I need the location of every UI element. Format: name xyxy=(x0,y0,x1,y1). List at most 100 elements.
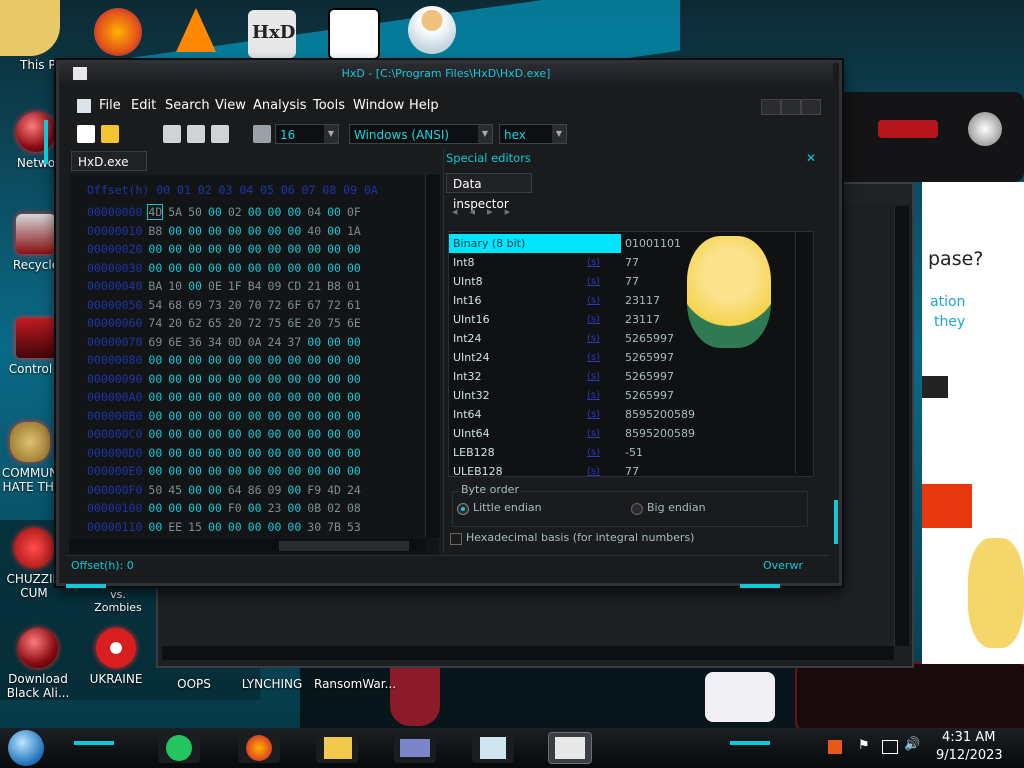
hex-row[interactable]: 000000E0 00 00 00 00 00 00 00 00 00 00 00 xyxy=(87,462,361,481)
hex-byte[interactable]: 09 xyxy=(268,483,282,497)
hex-row[interactable]: 00000080 00 00 00 00 00 00 00 00 00 00 00 xyxy=(87,351,361,370)
hex-byte[interactable]: 75 xyxy=(268,316,282,330)
taskbar-hxd[interactable] xyxy=(548,732,592,764)
hex-byte[interactable]: 24 xyxy=(347,483,361,497)
big-endian-radio[interactable] xyxy=(631,503,643,515)
hex-byte[interactable]: 00 xyxy=(307,446,321,460)
hex-byte[interactable]: 04 xyxy=(307,205,321,219)
inspector-link[interactable]: (s) xyxy=(587,386,600,405)
hex-byte[interactable]: 00 xyxy=(327,427,341,441)
hex-row[interactable]: 000000F0 50 45 00 00 64 86 09 00 F9 4D 24 xyxy=(87,481,361,500)
hex-byte[interactable]: 00 xyxy=(248,520,262,534)
hex-byte[interactable]: 6E xyxy=(287,316,301,330)
hex-byte[interactable]: 00 xyxy=(327,224,341,238)
hex-byte[interactable]: 00 xyxy=(188,483,202,497)
desktop-icon-download[interactable]: Download Black Ali... xyxy=(2,628,74,700)
hex-byte[interactable]: 20 xyxy=(168,316,182,330)
hex-byte[interactable]: 69 xyxy=(188,298,202,312)
tab-data-inspector[interactable]: Data inspector xyxy=(446,173,532,211)
hex-byte[interactable]: 00 xyxy=(268,353,282,367)
hex-byte[interactable]: 00 xyxy=(287,372,301,386)
hex-byte[interactable]: 7B xyxy=(327,520,341,534)
hex-byte[interactable]: 00 xyxy=(327,335,341,349)
inspector-link[interactable]: (s) xyxy=(587,348,600,367)
inspector-link[interactable]: (s) xyxy=(587,272,600,291)
hex-byte[interactable]: 69 xyxy=(148,335,162,349)
hex-byte[interactable]: 0F xyxy=(347,205,361,219)
hex-byte[interactable]: 72 xyxy=(327,298,341,312)
hex-byte[interactable]: 00 xyxy=(148,353,162,367)
inspector-row[interactable]: ULEB128 (s) 77 xyxy=(453,462,793,481)
hex-byte[interactable]: BA xyxy=(148,279,162,293)
hex-byte[interactable]: 00 xyxy=(327,261,341,275)
clock-date[interactable]: 9/12/2023 xyxy=(936,748,1003,763)
hex-row[interactable]: 00000000 4D 5A 50 00 02 00 00 00 04 00 0F xyxy=(87,203,361,222)
hex-byte[interactable]: 00 xyxy=(188,427,202,441)
dialog-input[interactable] xyxy=(922,376,948,398)
hex-byte[interactable]: 5A xyxy=(168,205,182,219)
hxd-icon[interactable]: HxD xyxy=(248,10,296,58)
hex-byte[interactable]: 00 xyxy=(268,205,282,219)
desktop-icon-lynching[interactable]: LYNCHING xyxy=(236,677,308,691)
hex-byte[interactable]: 00 xyxy=(228,353,242,367)
hex-byte[interactable]: 00 xyxy=(248,261,262,275)
hex-byte[interactable]: 00 xyxy=(307,242,321,256)
hex-byte[interactable]: 00 xyxy=(168,390,182,404)
desktop-icon-commun[interactable]: COMMUN HATE THI xyxy=(0,422,60,494)
hex-byte[interactable]: 00 xyxy=(188,372,202,386)
hex-byte[interactable]: 00 xyxy=(287,409,301,423)
hex-byte[interactable]: 00 xyxy=(188,464,202,478)
new-file-icon[interactable] xyxy=(77,125,95,143)
hex-byte[interactable]: 20 xyxy=(307,316,321,330)
hex-byte[interactable]: 15 xyxy=(188,520,202,534)
inspector-row[interactable]: UInt64 (s) 8595200589 xyxy=(453,424,793,443)
hex-byte[interactable]: 00 xyxy=(168,224,182,238)
hex-row[interactable]: 00000070 69 6E 36 34 0D 0A 24 37 00 00 00 xyxy=(87,333,361,352)
hex-byte[interactable]: 00 xyxy=(248,409,262,423)
clock-time[interactable]: 4:31 AM xyxy=(942,730,995,745)
inspector-scrollbar[interactable] xyxy=(795,232,810,474)
hex-byte[interactable]: 40 xyxy=(307,224,321,238)
hex-byte[interactable]: 00 xyxy=(168,501,182,515)
hex-byte[interactable]: 00 xyxy=(268,242,282,256)
hex-byte[interactable]: 00 xyxy=(287,483,301,497)
close-icon[interactable]: ✕ xyxy=(806,151,816,165)
hex-byte[interactable]: 00 xyxy=(268,427,282,441)
hex-byte[interactable]: 00 xyxy=(148,464,162,478)
inspector-link[interactable]: (s) xyxy=(587,253,600,272)
hex-byte[interactable]: 6E xyxy=(168,335,182,349)
hex-byte[interactable]: CD xyxy=(287,279,301,293)
hex-byte[interactable]: 00 xyxy=(268,390,282,404)
hex-byte[interactable]: 00 xyxy=(148,446,162,460)
hex-byte[interactable]: 00 xyxy=(148,372,162,386)
hex-byte[interactable]: 0B xyxy=(307,501,321,515)
desktop-icon-oops[interactable]: OOPS xyxy=(158,677,230,691)
start-button[interactable] xyxy=(8,730,44,766)
hex-byte[interactable]: 00 xyxy=(268,409,282,423)
hex-byte[interactable]: 00 xyxy=(287,353,301,367)
hex-byte[interactable]: 00 xyxy=(188,261,202,275)
hex-scrollbar[interactable] xyxy=(425,175,440,537)
inspector-link[interactable]: (s) xyxy=(587,291,600,310)
open-folder-icon[interactable] xyxy=(101,125,119,143)
hex-byte[interactable]: 0E xyxy=(208,279,222,293)
inspector-link[interactable]: (s) xyxy=(587,405,600,424)
hxd-window[interactable]: HxD - [C:\Program Files\HxD\HxD.exe] Fil… xyxy=(56,60,842,586)
hex-byte[interactable]: 00 xyxy=(347,353,361,367)
volume-icon[interactable]: 🔊 xyxy=(904,737,920,752)
hex-byte[interactable]: 73 xyxy=(208,298,222,312)
hex-byte[interactable]: 21 xyxy=(307,279,321,293)
desktop-icon-ransomware[interactable]: RansomWar... xyxy=(314,677,396,691)
hex-byte[interactable]: 00 xyxy=(327,242,341,256)
hex-byte[interactable]: 00 xyxy=(327,372,341,386)
hex-byte[interactable]: 00 xyxy=(287,427,301,441)
hex-byte[interactable]: 00 xyxy=(168,446,182,460)
network-icon[interactable] xyxy=(882,740,898,754)
hex-byte[interactable]: 00 xyxy=(208,390,222,404)
inspector-value[interactable]: -51 xyxy=(625,443,643,462)
menu-view[interactable]: View xyxy=(215,98,246,113)
hex-byte[interactable]: F9 xyxy=(307,483,321,497)
restore-icon[interactable] xyxy=(781,99,801,115)
hex-byte[interactable]: 61 xyxy=(347,298,361,312)
hex-byte[interactable]: 09 xyxy=(268,279,282,293)
